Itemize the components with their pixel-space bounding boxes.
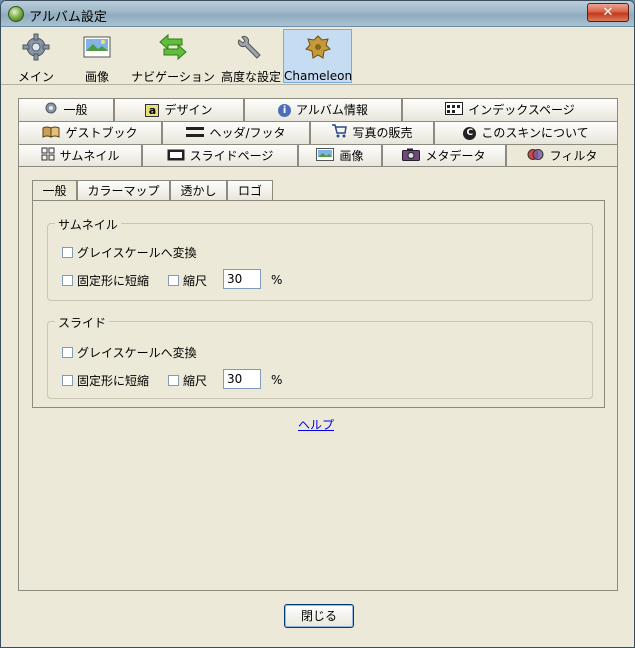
letter-a-icon: a <box>145 104 160 117</box>
app-chameleon-icon <box>8 6 24 22</box>
copyright-icon: C <box>463 127 477 140</box>
toolbar-label: メイン <box>17 70 54 84</box>
checkbox-label: 縮尺 <box>183 374 208 388</box>
tab-label: デザイン <box>164 103 213 117</box>
info-icon: i <box>278 104 292 117</box>
tab-metadata[interactable]: メタデータ <box>382 144 506 167</box>
percent-unit: % <box>271 373 283 387</box>
subtab-logo[interactable]: ロゴ <box>227 180 273 201</box>
thumbnail-fixed-shape-checkbox[interactable]: 固定形に短縮 <box>62 272 149 288</box>
tab-label: このスキンについて <box>481 126 589 140</box>
thumbnail-group: サムネイル グレイスケールへ変換 固定形に短縮 縮尺 30 % <box>47 216 593 301</box>
slide-group: スライド グレイスケールへ変換 固定形に短縮 縮尺 30 % <box>47 314 593 399</box>
tab-label: ヘッダ/フッタ <box>209 126 286 140</box>
checkbox-box[interactable] <box>168 375 179 386</box>
tab-slide-page[interactable]: スライドページ <box>142 144 298 167</box>
slide-grayscale-checkbox[interactable]: グレイスケールへ変換 <box>62 344 197 360</box>
toolbar-item-image[interactable]: 画像 <box>77 29 117 84</box>
help-link[interactable]: ヘルプ <box>298 416 334 433</box>
slide-scale-input[interactable]: 30 <box>223 369 261 389</box>
gear-icon <box>44 100 58 122</box>
arrows-icon <box>158 33 188 61</box>
thumbnail-scale-input[interactable]: 30 <box>223 269 261 289</box>
group-title: サムネイル <box>55 216 121 233</box>
window-close-button[interactable]: ✕ <box>587 3 629 22</box>
tab-thumbnail[interactable]: サムネイル <box>18 144 142 167</box>
subtab-colormap[interactable]: カラーマップ <box>77 180 170 201</box>
toolbar-label: Chameleon <box>284 69 353 83</box>
filter-icon <box>527 146 545 168</box>
tab-row-1: 一般 a デザイン i アルバム情報 インデックスページ <box>18 98 618 121</box>
image-icon <box>82 33 112 61</box>
tab-image[interactable]: 画像 <box>298 144 382 167</box>
image-icon <box>316 146 335 168</box>
checkbox-box[interactable] <box>62 375 73 386</box>
tab-photo-sales[interactable]: 写真の販売 <box>310 121 434 144</box>
tab-label: ゲストブック <box>65 126 138 140</box>
header-footer-icon <box>186 123 205 145</box>
group-title: スライド <box>55 314 110 331</box>
tab-design[interactable]: a デザイン <box>114 98 244 121</box>
tab-filter[interactable]: フィルタ <box>506 144 618 168</box>
toolbar-label: 画像 <box>84 70 109 84</box>
tab-label: サムネイル <box>59 149 120 163</box>
slide-icon <box>167 146 185 168</box>
checkbox-label: 固定形に短縮 <box>77 374 150 388</box>
general-subpanel: サムネイル グレイスケールへ変換 固定形に短縮 縮尺 30 % スライド グレイ… <box>32 200 605 408</box>
thumbnail-scale-checkbox[interactable]: 縮尺 <box>168 272 207 288</box>
toolbar-item-navigation[interactable]: ナビゲーション <box>129 29 217 84</box>
gear-icon <box>21 33 51 61</box>
checkbox-label: グレイスケールへ変換 <box>77 346 197 360</box>
slide-fixed-shape-checkbox[interactable]: 固定形に短縮 <box>62 372 149 388</box>
grid-icon <box>41 146 55 168</box>
tab-header-footer[interactable]: ヘッダ/フッタ <box>162 121 310 144</box>
toolbar-label: 高度な設定 <box>220 70 281 84</box>
tab-album-info[interactable]: i アルバム情報 <box>244 98 402 121</box>
tab-label: 画像 <box>339 149 364 163</box>
tab-label: 一般 <box>63 103 88 117</box>
toolbar-label: ナビゲーション <box>131 70 215 84</box>
chameleon-icon <box>303 34 333 62</box>
tab-general[interactable]: 一般 <box>18 98 114 121</box>
settings-content: 一般 a デザイン i アルバム情報 インデックスページ ゲストブック ヘッダ/… <box>18 98 618 591</box>
tab-guestbook[interactable]: ゲストブック <box>18 121 162 144</box>
cart-icon <box>331 123 348 145</box>
toolbar-item-advanced[interactable]: 高度な設定 <box>219 29 283 84</box>
toolbar-item-main[interactable]: メイン <box>13 29 59 84</box>
checkbox-box[interactable] <box>62 347 73 358</box>
tab-index-page[interactable]: インデックスページ <box>402 98 618 121</box>
checkbox-label: 固定形に短縮 <box>77 274 150 288</box>
checkbox-box[interactable] <box>62 247 73 258</box>
tab-label: スライドページ <box>189 149 274 163</box>
tab-about-skin[interactable]: C このスキンについて <box>434 121 618 144</box>
title-bar[interactable]: アルバム設定 ✕ <box>1 1 634 27</box>
book-icon <box>42 123 60 145</box>
tab-label: メタデータ <box>425 149 486 163</box>
index-page-icon <box>445 100 464 122</box>
tab-label: フィルタ <box>549 149 598 163</box>
checkbox-label: 縮尺 <box>183 274 208 288</box>
checkbox-label: グレイスケールへ変換 <box>77 246 197 260</box>
tab-label: インデックスページ <box>468 103 575 117</box>
tab-label: 写真の販売 <box>352 126 413 140</box>
subtab-general[interactable]: 一般 <box>32 180 77 202</box>
album-settings-window: アルバム設定 ✕ メイン 画像 ナビゲーション 高度な設定 Chameleon … <box>0 0 635 648</box>
window-title: アルバム設定 <box>29 10 107 25</box>
tab-row-3: サムネイル スライドページ 画像 メタデータ フィルタ <box>18 144 618 168</box>
slide-scale-checkbox[interactable]: 縮尺 <box>168 372 207 388</box>
tab-row-2: ゲストブック ヘッダ/フッタ 写真の販売 C このスキンについて <box>18 121 618 144</box>
checkbox-box[interactable] <box>168 275 179 286</box>
tab-label: アルバム情報 <box>296 103 368 117</box>
camera-icon <box>402 146 421 168</box>
percent-unit: % <box>271 273 283 287</box>
close-button[interactable]: 閉じる <box>284 604 354 628</box>
thumbnail-grayscale-checkbox[interactable]: グレイスケールへ変換 <box>62 244 197 260</box>
category-toolbar: メイン 画像 ナビゲーション 高度な設定 Chameleon <box>1 27 634 85</box>
checkbox-box[interactable] <box>62 275 73 286</box>
subtab-watermark[interactable]: 透かし <box>170 180 227 201</box>
wrench-icon <box>236 33 266 61</box>
toolbar-item-chameleon[interactable]: Chameleon <box>283 29 352 83</box>
